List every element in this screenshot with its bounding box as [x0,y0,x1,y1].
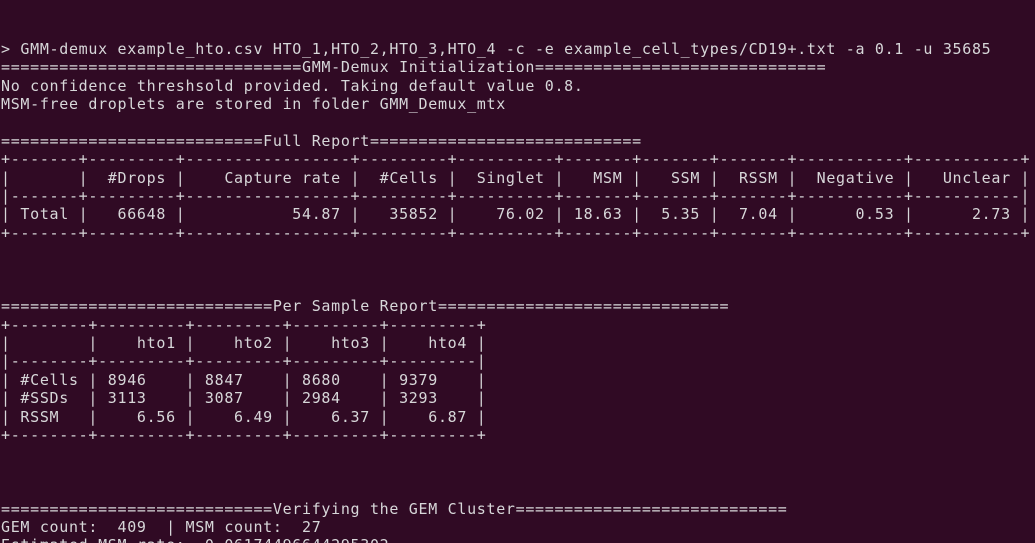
terminal-line: No confidence threshsold provided. Takin… [1,76,584,95]
terminal-line: | RSSM | 6.56 | 6.49 | 6.37 | 6.87 | [1,407,487,426]
terminal-line: ===========================Full Report==… [1,131,642,150]
terminal-line: ============================Verifying th… [1,499,788,518]
terminal-output: > GMM-demux example_hto.csv HTO_1,HTO_2,… [1,40,1035,543]
terminal-line: +--------+---------+---------+---------+… [1,315,487,334]
terminal-line: |--------+---------+---------+---------+… [1,352,487,371]
terminal-line: |-------+---------+-----------------+---… [1,186,1031,205]
terminal-line: MSM-free droplets are stored in folder G… [1,94,506,113]
terminal-line: ===============================GMM-Demux… [1,58,827,77]
terminal-line: | #Cells | 8946 | 8847 | 8680 | 9379 | [1,370,487,389]
terminal-line: | | hto1 | hto2 | hto3 | hto4 | [1,334,487,353]
terminal-line: +--------+---------+---------+---------+… [1,426,487,445]
terminal-command-line: > GMM-demux example_hto.csv HTO_1,HTO_2,… [1,39,992,58]
terminal-line: +-------+---------+-----------------+---… [1,150,1031,169]
terminal-line: +-------+---------+-----------------+---… [1,223,1031,242]
terminal-line: Estimated MSM rate: 0.06174496644295302 [1,536,1035,543]
terminal-window[interactable]: > GMM-demux example_hto.csv HTO_1,HTO_2,… [0,0,1035,543]
terminal-line: | Total | 66648 | 54.87 | 35852 | 76.02 … [1,205,1031,224]
terminal-line: | | #Drops | Capture rate | #Cells | Sin… [1,168,1031,187]
terminal-line: GEM count: 409 | MSM count: 27 [1,517,322,536]
terminal-line: | #SSDs | 3113 | 3087 | 2984 | 3293 | [1,389,487,408]
terminal-line: ============================Per Sample R… [1,297,730,316]
